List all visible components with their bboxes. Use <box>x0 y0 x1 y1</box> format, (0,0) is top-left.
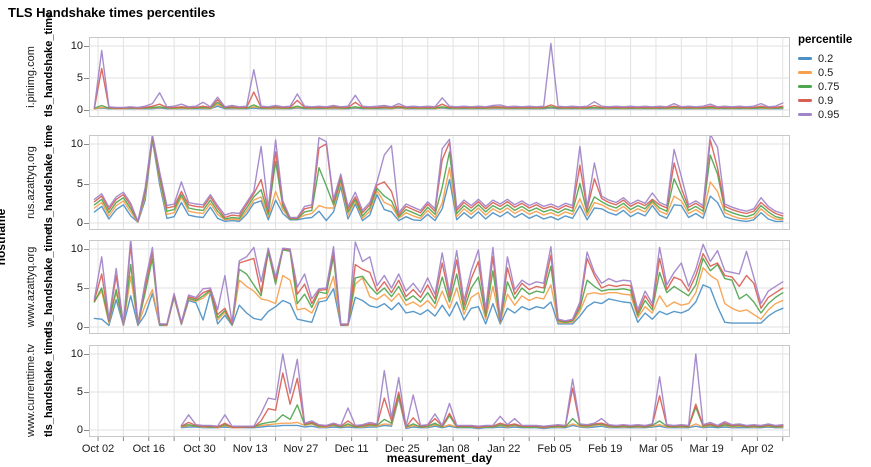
y-tick-label: 10 <box>69 243 83 255</box>
facet-y-axis-label: tls_handshake_time <box>42 345 56 437</box>
facet-hostname-label: www.azattyq.org <box>24 240 38 334</box>
facet-y-axis-label: tls_handshake_time <box>42 37 56 117</box>
y-tick-label: 5 <box>69 386 83 398</box>
legend-item-0.2: 0.2 <box>798 52 852 65</box>
y-tick-mark <box>84 249 89 250</box>
y-tick-mark <box>84 78 89 79</box>
legend-label: 0.2 <box>818 53 833 65</box>
chart-root: TLS Handshake times percentiles hostname… <box>0 0 871 467</box>
facet-canvas <box>89 345 790 437</box>
y-tick-mark <box>84 430 89 431</box>
y-tick-label: 0 <box>69 424 83 436</box>
legend-swatch-icon <box>798 113 812 116</box>
y-tick-mark <box>84 110 89 111</box>
y-tick-label: 5 <box>69 72 83 84</box>
legend-label: 0.9 <box>818 95 833 107</box>
series-line-0.75 <box>94 250 782 325</box>
facet-plot-rus.azattyq.org <box>89 135 790 230</box>
legend-label: 0.95 <box>818 109 839 121</box>
y-tick-mark <box>84 392 89 393</box>
facet-plot-www.currenttime.tv <box>89 345 790 437</box>
facet-canvas <box>89 37 790 117</box>
legend-swatch-icon <box>798 85 812 88</box>
y-tick-mark <box>84 46 89 47</box>
legend: percentile 0.2 0.5 0.75 0.9 0.95 <box>798 34 852 122</box>
facet-y-axis-label: tls_handshake_time <box>42 135 56 230</box>
legend-item-0.95: 0.95 <box>798 108 852 121</box>
facet-plot-www.azattyq.org <box>89 240 790 334</box>
y-tick-mark <box>84 327 89 328</box>
y-tick-mark <box>84 144 89 145</box>
legend-title: percentile <box>798 34 852 46</box>
series-line-0.95 <box>94 43 782 107</box>
facet-plot-i.pinimg.com <box>89 37 790 117</box>
legend-item-0.75: 0.75 <box>798 80 852 93</box>
legend-items: 0.2 0.5 0.75 0.9 0.95 <box>798 52 852 121</box>
facet-canvas <box>89 240 790 334</box>
facet-hostname-label: rus.azattyq.org <box>24 135 38 230</box>
y-tick-mark <box>84 354 89 355</box>
y-tick-label: 10 <box>69 40 83 52</box>
y-tick-label: 5 <box>69 178 83 190</box>
legend-label: 0.5 <box>818 67 833 79</box>
facet-hostname-label: i.pinimg.com <box>24 37 38 117</box>
y-tick-mark <box>84 184 89 185</box>
y-tick-label: 0 <box>69 104 83 116</box>
y-tick-mark <box>84 223 89 224</box>
legend-swatch-icon <box>798 71 812 74</box>
series-line-0.75 <box>181 395 782 427</box>
series-line-0.95 <box>94 135 782 221</box>
y-tick-label: 10 <box>69 138 83 150</box>
facet-canvas <box>89 135 790 230</box>
y-tick-label: 5 <box>69 282 83 294</box>
legend-item-0.5: 0.5 <box>798 66 852 79</box>
y-tick-mark <box>84 288 89 289</box>
legend-item-0.9: 0.9 <box>798 94 852 107</box>
legend-swatch-icon <box>798 57 812 60</box>
y-tick-label: 10 <box>69 348 83 360</box>
facet-y-axis-label: tls_handshake_time <box>42 240 56 334</box>
y-axis-outer-label: hostname <box>0 37 8 437</box>
y-tick-label: 0 <box>69 321 83 333</box>
legend-label: 0.75 <box>818 81 839 93</box>
chart-title: TLS Handshake times percentiles <box>8 5 215 20</box>
legend-swatch-icon <box>798 99 812 102</box>
facet-hostname-label: www.currenttime.tv <box>24 345 38 437</box>
x-axis-label: measurement_day <box>89 451 790 465</box>
y-tick-label: 0 <box>69 217 83 229</box>
